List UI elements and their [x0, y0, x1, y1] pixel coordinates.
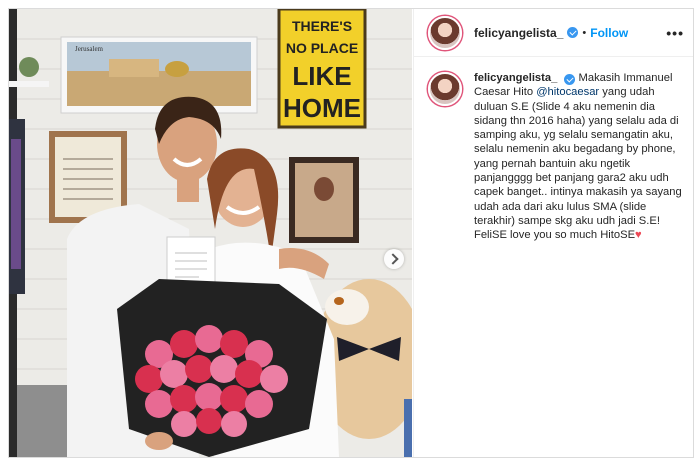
separator-dot: •	[582, 26, 587, 39]
instagram-post: Jerusalem THERE'S NO PLACE LIKE HOME fel…	[8, 8, 694, 458]
post-sidebar: felicyangelista_ • Follow ••• felicyange…	[413, 9, 693, 457]
svg-text:LIKE: LIKE	[292, 61, 351, 91]
chevron-right-icon	[386, 253, 399, 265]
svg-text:THERE'S: THERE'S	[292, 18, 352, 34]
caption-verified-icon	[564, 74, 576, 85]
verified-icon	[567, 27, 579, 38]
poster-label: Jerusalem	[75, 45, 104, 53]
follow-button[interactable]: Follow	[590, 26, 628, 40]
caption-body-rest: yang udah duluan S.E (Slide 4 aku nemeni…	[474, 86, 682, 242]
post-header: felicyangelista_ • Follow •••	[414, 9, 693, 57]
more-options-icon[interactable]: •••	[666, 25, 684, 41]
heart-icon: ♥	[635, 229, 642, 242]
avatar[interactable]	[428, 15, 462, 50]
caption-text: felicyangelista_ Makasih Immanuel Caesar…	[474, 71, 682, 243]
caption-avatar[interactable]	[428, 72, 462, 106]
header-username[interactable]: felicyangelista_	[474, 26, 563, 40]
svg-text:NO PLACE: NO PLACE	[286, 40, 358, 56]
caption-username[interactable]: felicyangelista_	[474, 72, 557, 84]
carousel-next-button[interactable]	[384, 249, 404, 269]
svg-text:HOME: HOME	[283, 93, 361, 123]
caption: felicyangelista_ Makasih Immanuel Caesar…	[414, 57, 693, 243]
photo-illustration: Jerusalem THERE'S NO PLACE LIKE HOME	[9, 9, 412, 457]
post-photo[interactable]: Jerusalem THERE'S NO PLACE LIKE HOME	[9, 9, 412, 457]
caption-mention-link[interactable]: @hitocaesar	[536, 86, 599, 98]
